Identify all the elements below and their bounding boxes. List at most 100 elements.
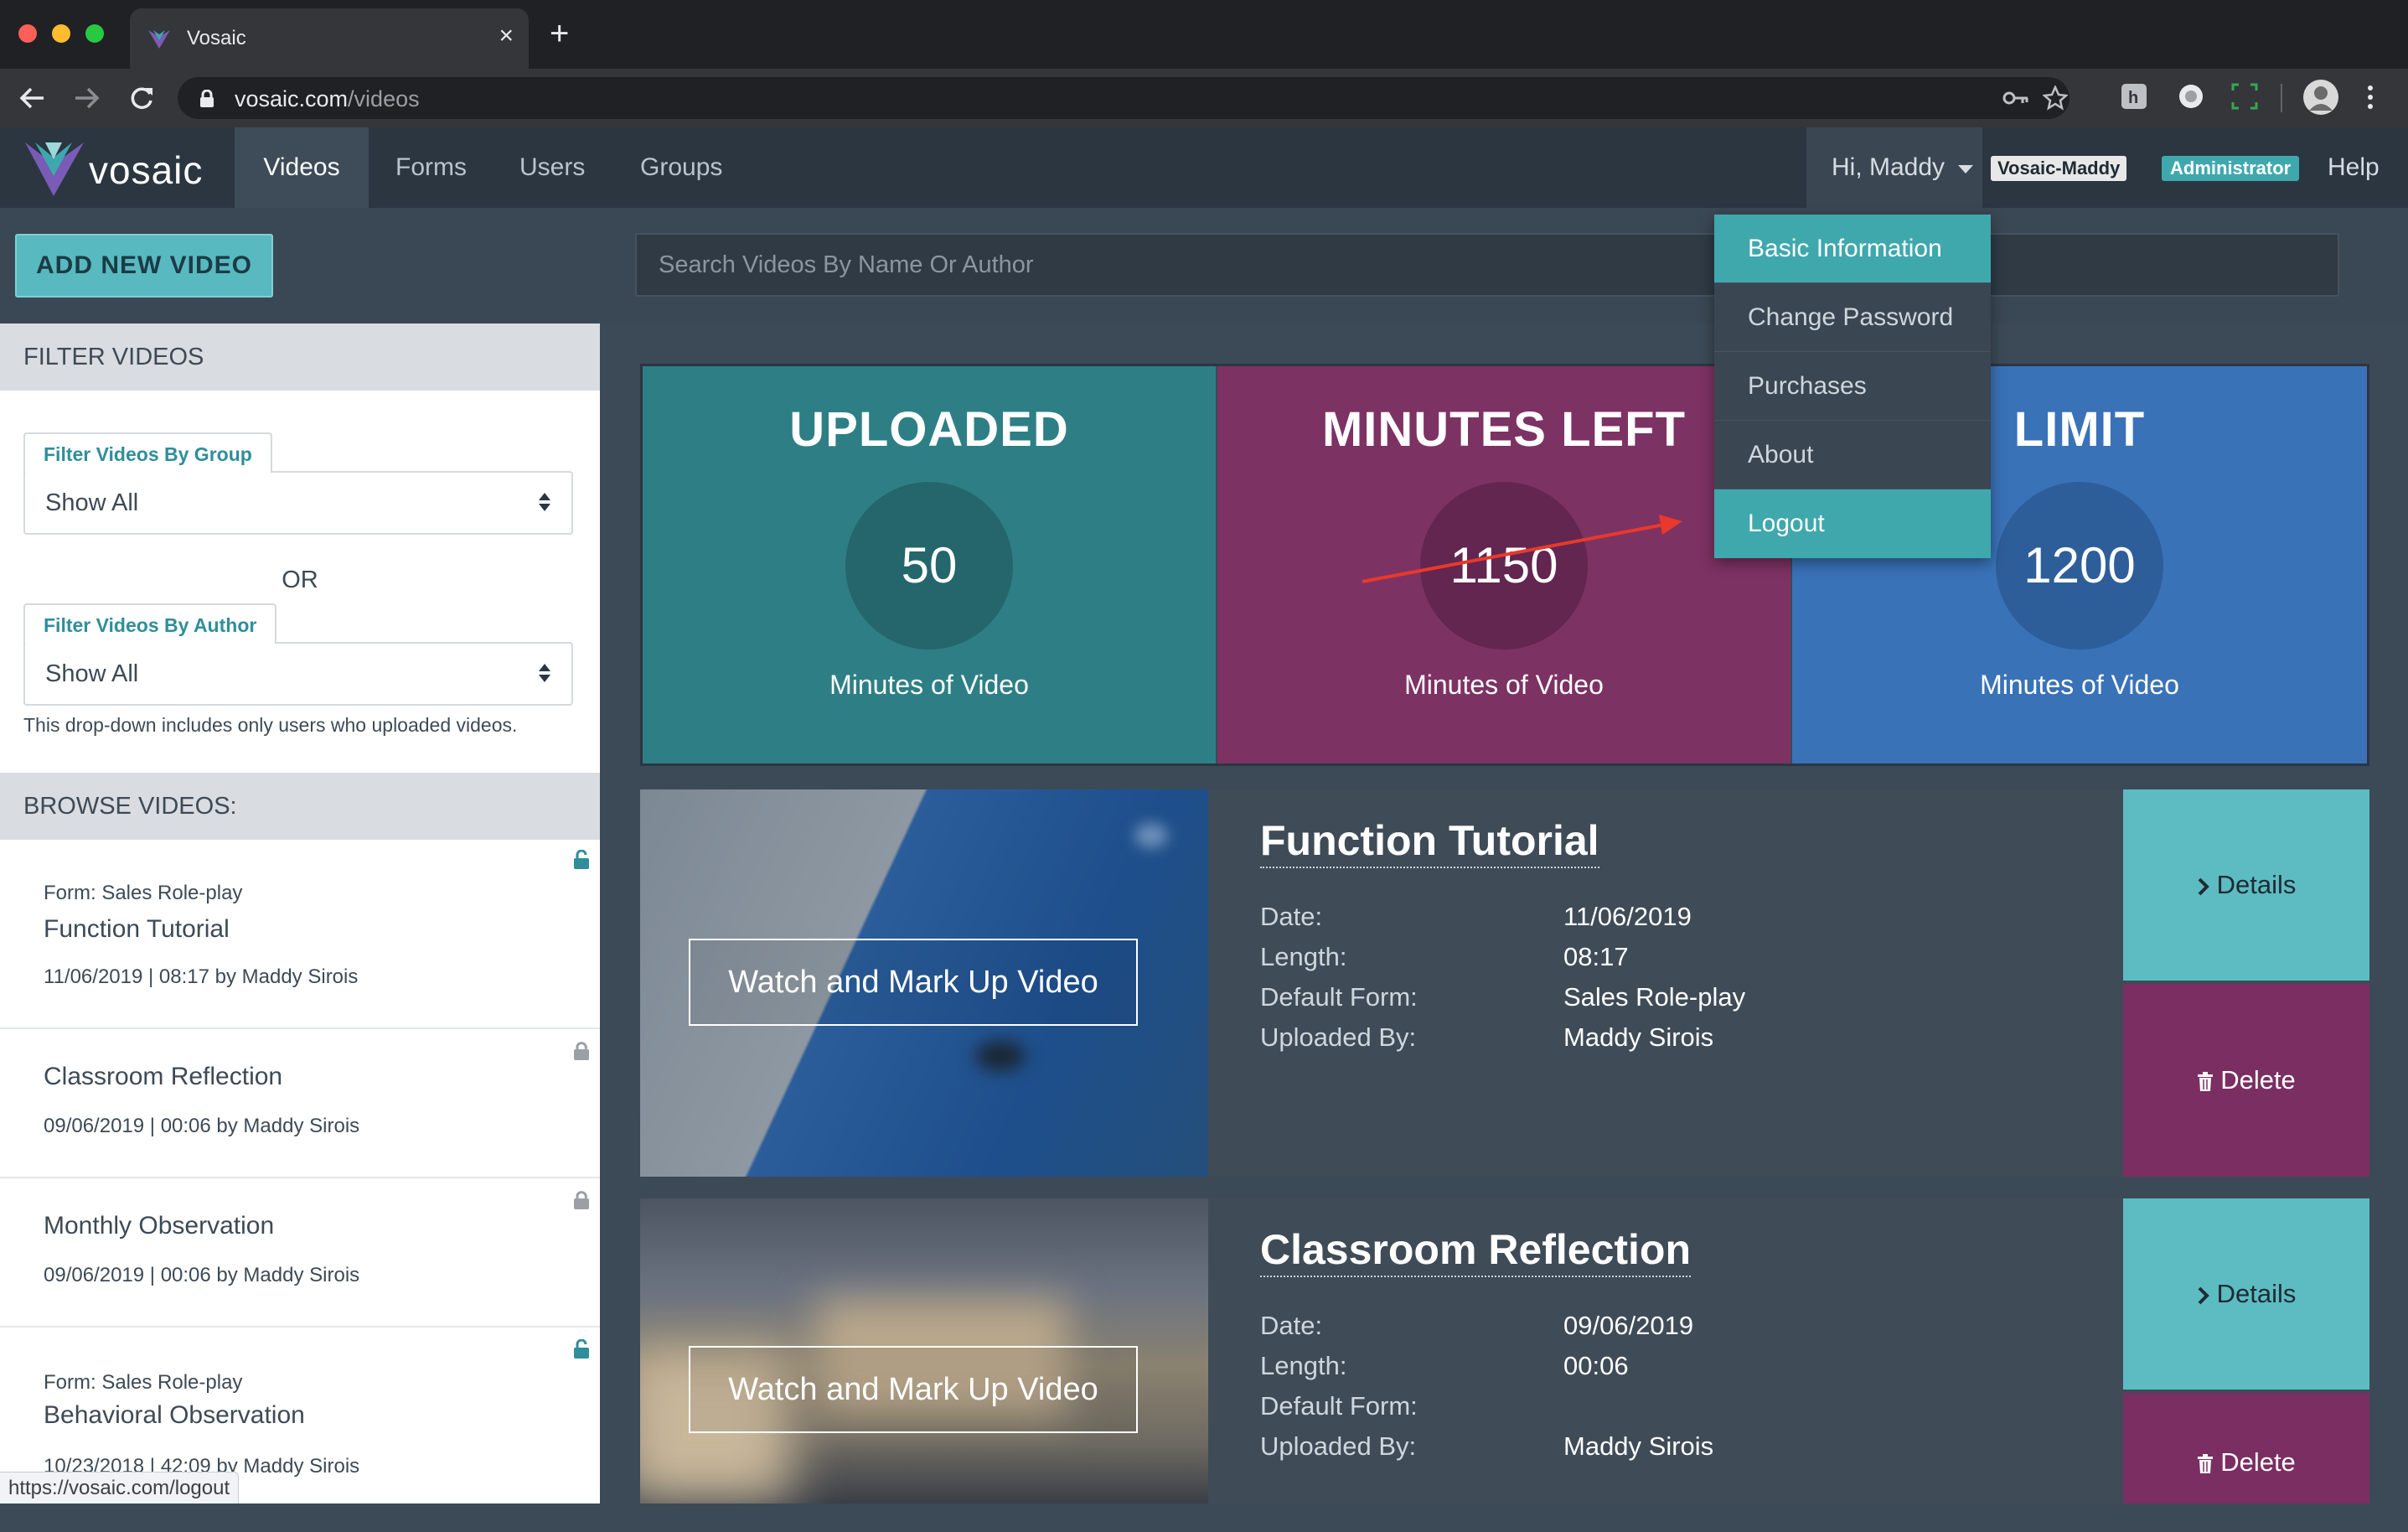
- menu-item-basic-information[interactable]: Basic Information: [1714, 215, 1991, 283]
- uploaded-by-value: Maddy Sirois: [1563, 1431, 1714, 1461]
- group-filter-select[interactable]: Show All: [23, 471, 573, 535]
- menu-item-about[interactable]: About: [1714, 421, 1991, 489]
- list-item[interactable]: Classroom Reflection 09/06/2019 | 00:06 …: [0, 1031, 600, 1178]
- sidebar: FILTER VIDEOS Show All Filter Videos By …: [0, 323, 600, 1504]
- list-item-title: Classroom Reflection: [44, 1063, 283, 1090]
- logo-text: vosaic: [89, 148, 204, 192]
- list-item-meta: 09/06/2019 | 00:06 by Maddy Sirois: [44, 1264, 360, 1286]
- app-nav-bar: vosaic Videos Forms Users Groups Hi, Mad…: [0, 127, 2408, 208]
- extension-screenshot-icon[interactable]: [2230, 82, 2259, 111]
- filter-videos-heading: FILTER VIDEOS: [0, 323, 600, 391]
- menu-item-change-password[interactable]: Change Password: [1714, 283, 1991, 352]
- vosaic-logo[interactable]: vosaic: [23, 139, 225, 196]
- stat-value: 50: [845, 482, 1013, 650]
- length-value: 08:17: [1563, 942, 1629, 971]
- list-item-title: Function Tutorial: [44, 915, 230, 943]
- watch-markup-button[interactable]: Watch and Mark Up Video: [689, 1346, 1138, 1433]
- menu-item-logout[interactable]: Logout: [1714, 489, 1991, 558]
- action-bar: ADD NEW VIDEO: [0, 208, 2408, 323]
- window-zoom-button[interactable]: [85, 24, 104, 43]
- details-button[interactable]: Details: [2123, 789, 2369, 981]
- select-arrows-icon: [539, 664, 550, 682]
- list-item-form: Form: Sales Role-play: [44, 882, 243, 904]
- default-form-label: Default Form:: [1260, 1391, 1418, 1421]
- bookmark-star-icon[interactable]: [2043, 85, 2068, 111]
- thumbnail-blur-shape: [975, 1041, 1026, 1071]
- nav-help[interactable]: Help: [2328, 127, 2380, 208]
- date-label: Date:: [1260, 1311, 1323, 1340]
- lock-icon: [574, 1042, 589, 1060]
- chevron-right-icon: [2198, 877, 2209, 896]
- search-videos-input[interactable]: [635, 233, 2339, 297]
- video-thumbnail[interactable]: Watch and Mark Up Video: [640, 1198, 1208, 1504]
- uploaded-by-label: Uploaded By:: [1260, 1022, 1417, 1052]
- new-tab-icon[interactable]: +: [550, 17, 569, 50]
- date-label: Date:: [1260, 902, 1323, 931]
- extension-circle-icon[interactable]: [2177, 82, 2205, 111]
- stat-value: 1150: [1420, 482, 1588, 650]
- browser-menu-icon[interactable]: [2368, 85, 2374, 112]
- window-close-button[interactable]: [18, 24, 37, 43]
- vosaic-logo-icon: [25, 142, 84, 196]
- profile-avatar-icon[interactable]: [2302, 79, 2339, 116]
- details-button[interactable]: Details: [2123, 1198, 2369, 1390]
- extension-h-icon[interactable]: h: [2120, 82, 2148, 111]
- forward-icon[interactable]: [74, 85, 101, 111]
- browser-tab-bar: Vosaic × +: [0, 0, 2408, 69]
- delete-label: Delete: [2220, 1447, 2296, 1477]
- author-filter-label: Filter Videos By Author: [23, 603, 277, 644]
- list-item[interactable]: Monthly Observation 09/06/2019 | 00:06 b…: [0, 1180, 600, 1328]
- delete-label: Delete: [2220, 1065, 2296, 1095]
- list-item-title: Monthly Observation: [44, 1212, 275, 1240]
- delete-button[interactable]: Delete: [2123, 984, 2369, 1177]
- author-filter-select[interactable]: Show All: [23, 642, 573, 706]
- stat-value: 1200: [1996, 482, 2163, 650]
- user-menu-toggle[interactable]: Hi, Maddy: [1806, 127, 1982, 208]
- video-thumbnail[interactable]: Watch and Mark Up Video: [640, 789, 1208, 1177]
- browser-toolbar: vosaic.com/videos h: [0, 69, 2408, 127]
- delete-button[interactable]: Delete: [2123, 1393, 2369, 1504]
- details-label: Details: [2216, 1279, 2297, 1308]
- caret-down-icon: [1958, 165, 1974, 173]
- author-filter-value: Show All: [45, 660, 139, 687]
- stat-label: MINUTES LEFT: [1321, 402, 1687, 457]
- lock-icon: [574, 850, 589, 869]
- group-filter-value: Show All: [45, 489, 139, 516]
- svg-text:h: h: [2128, 89, 2138, 107]
- chevron-right-icon: [2198, 1286, 2209, 1305]
- window-minimize-button[interactable]: [52, 24, 70, 43]
- tab-close-icon[interactable]: ×: [499, 23, 514, 49]
- toolbar-divider: [2281, 84, 2282, 112]
- browse-videos-heading: BROWSE VIDEOS:: [0, 773, 600, 840]
- list-item-title: Behavioral Observation: [44, 1401, 305, 1429]
- add-new-video-button[interactable]: ADD NEW VIDEO: [15, 234, 273, 298]
- trash-icon: [2198, 1071, 2214, 1091]
- menu-item-purchases[interactable]: Purchases: [1714, 352, 1991, 421]
- length-value: 00:06: [1563, 1351, 1629, 1380]
- key-icon[interactable]: [2002, 89, 2029, 107]
- nav-forms[interactable]: Forms: [395, 127, 467, 208]
- card-title[interactable]: Function Tutorial: [1260, 816, 1599, 868]
- length-label: Length:: [1260, 1351, 1347, 1380]
- list-item[interactable]: Form: Sales Role-play Function Tutorial …: [0, 840, 600, 1029]
- list-item-meta: 09/06/2019 | 00:06 by Maddy Sirois: [44, 1115, 360, 1137]
- nav-videos[interactable]: Videos: [235, 127, 369, 208]
- watch-markup-button[interactable]: Watch and Mark Up Video: [689, 939, 1138, 1026]
- video-card: Watch and Mark Up Video Classroom Reflec…: [640, 1198, 2369, 1504]
- browser-tab[interactable]: Vosaic ×: [130, 8, 529, 69]
- card-title[interactable]: Classroom Reflection: [1260, 1225, 1692, 1277]
- group-filter-label: Filter Videos By Group: [23, 432, 272, 473]
- nav-groups[interactable]: Groups: [640, 127, 722, 208]
- nav-users[interactable]: Users: [519, 127, 585, 208]
- tab-title: Vosaic: [187, 27, 246, 49]
- stat-unit: Minutes of Video: [829, 670, 1029, 700]
- list-item-form: Form: Sales Role-play: [44, 1371, 243, 1394]
- date-value: 11/06/2019: [1563, 902, 1692, 931]
- address-bar[interactable]: vosaic.com/videos: [178, 77, 2070, 119]
- details-label: Details: [2216, 870, 2297, 899]
- default-form-value: Sales Role-play: [1563, 982, 1746, 1012]
- back-icon[interactable]: [18, 85, 45, 111]
- lock-icon: [574, 1339, 589, 1359]
- reload-icon[interactable]: [127, 84, 156, 112]
- usage-stats-panel: UPLOADED 50 Minutes of Video MINUTES LEF…: [640, 364, 2369, 766]
